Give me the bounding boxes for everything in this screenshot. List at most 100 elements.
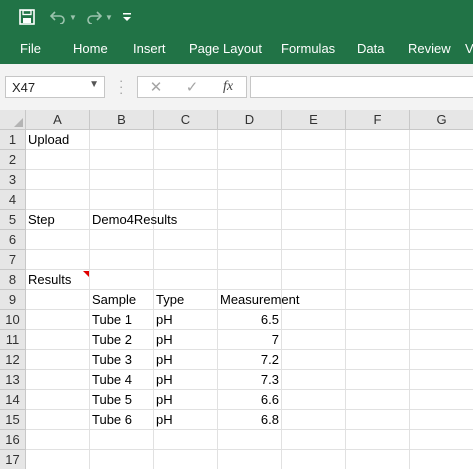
cell-a13[interactable] [26, 370, 90, 390]
cell-a3[interactable] [26, 170, 90, 190]
row-header-7[interactable]: 7 [0, 250, 26, 270]
cancel-icon[interactable]: ✕ [144, 77, 168, 97]
cell-g12[interactable] [410, 350, 473, 370]
column-header-g[interactable]: G [410, 110, 473, 130]
cell-g2[interactable] [410, 150, 473, 170]
column-header-b[interactable]: B [90, 110, 154, 130]
cell-c1[interactable] [154, 130, 218, 150]
name-box[interactable]: X47 ▼ [5, 76, 105, 98]
cell-c9[interactable]: Type [154, 290, 218, 310]
cell-b7[interactable] [90, 250, 154, 270]
row-header-13[interactable]: 13 [0, 370, 26, 390]
cell-d10[interactable]: 6.5 [218, 310, 282, 330]
cell-a12[interactable] [26, 350, 90, 370]
cell-d17[interactable] [218, 450, 282, 469]
chevron-down-icon[interactable]: ▼ [89, 79, 99, 90]
cell-g15[interactable] [410, 410, 473, 430]
cell-a2[interactable] [26, 150, 90, 170]
row-header-11[interactable]: 11 [0, 330, 26, 350]
cell-c3[interactable] [154, 170, 218, 190]
row-header-16[interactable]: 16 [0, 430, 26, 450]
cell-f4[interactable] [346, 190, 410, 210]
tab-view[interactable]: V [465, 41, 473, 56]
cell-b2[interactable] [90, 150, 154, 170]
cell-d2[interactable] [218, 150, 282, 170]
row-header-9[interactable]: 9 [0, 290, 26, 310]
cell-b6[interactable] [90, 230, 154, 250]
cell-e17[interactable] [282, 450, 346, 469]
cell-e16[interactable] [282, 430, 346, 450]
cell-c14[interactable]: pH [154, 390, 218, 410]
column-header-f[interactable]: F [346, 110, 410, 130]
cell-f15[interactable] [346, 410, 410, 430]
cell-g6[interactable] [410, 230, 473, 250]
customize-icon[interactable] [120, 6, 134, 28]
cell-d13[interactable]: 7.3 [218, 370, 282, 390]
column-header-c[interactable]: C [154, 110, 218, 130]
redo-dropdown-icon[interactable]: ▼ [104, 6, 114, 28]
cell-a6[interactable] [26, 230, 90, 250]
cell-c10[interactable]: pH [154, 310, 218, 330]
cell-e2[interactable] [282, 150, 346, 170]
formula-input[interactable] [250, 76, 473, 98]
cell-a5[interactable]: Step [26, 210, 90, 230]
cell-d15[interactable]: 6.8 [218, 410, 282, 430]
insert-function-icon[interactable]: fx [216, 77, 240, 97]
row-header-6[interactable]: 6 [0, 230, 26, 250]
cell-d3[interactable] [218, 170, 282, 190]
undo-icon[interactable] [48, 6, 68, 28]
tab-formulas[interactable]: Formulas [281, 41, 335, 56]
row-header-10[interactable]: 10 [0, 310, 26, 330]
cell-e10[interactable] [282, 310, 346, 330]
cell-e6[interactable] [282, 230, 346, 250]
cell-d1[interactable] [218, 130, 282, 150]
cell-g14[interactable] [410, 390, 473, 410]
cell-b17[interactable] [90, 450, 154, 469]
cell-f3[interactable] [346, 170, 410, 190]
cell-g13[interactable] [410, 370, 473, 390]
cell-f7[interactable] [346, 250, 410, 270]
cell-e11[interactable] [282, 330, 346, 350]
cell-a15[interactable] [26, 410, 90, 430]
cell-a16[interactable] [26, 430, 90, 450]
row-header-14[interactable]: 14 [0, 390, 26, 410]
cell-a4[interactable] [26, 190, 90, 210]
tab-home[interactable]: Home [73, 41, 108, 56]
cell-e1[interactable] [282, 130, 346, 150]
row-header-5[interactable]: 5 [0, 210, 26, 230]
cell-e5[interactable] [282, 210, 346, 230]
cell-f14[interactable] [346, 390, 410, 410]
cell-e3[interactable] [282, 170, 346, 190]
cell-e7[interactable] [282, 250, 346, 270]
cell-c2[interactable] [154, 150, 218, 170]
cell-d7[interactable] [218, 250, 282, 270]
cell-a7[interactable] [26, 250, 90, 270]
cell-d9[interactable]: Measurement [218, 290, 299, 310]
save-icon[interactable] [14, 6, 40, 28]
row-header-15[interactable]: 15 [0, 410, 26, 430]
cell-b8[interactable] [90, 270, 154, 290]
cell-d11[interactable]: 7 [218, 330, 282, 350]
cell-b15[interactable]: Tube 6 [90, 410, 154, 430]
cell-e14[interactable] [282, 390, 346, 410]
cell-f1[interactable] [346, 130, 410, 150]
row-header-17[interactable]: 17 [0, 450, 26, 469]
cell-c4[interactable] [154, 190, 218, 210]
cell-g4[interactable] [410, 190, 473, 210]
cell-d6[interactable] [218, 230, 282, 250]
redo-icon[interactable] [84, 6, 104, 28]
tab-file[interactable]: File [20, 41, 41, 56]
cell-d12[interactable]: 7.2 [218, 350, 282, 370]
cell-g16[interactable] [410, 430, 473, 450]
cell-c15[interactable]: pH [154, 410, 218, 430]
cell-b1[interactable] [90, 130, 154, 150]
row-header-8[interactable]: 8 [0, 270, 26, 290]
cell-e4[interactable] [282, 190, 346, 210]
undo-dropdown-icon[interactable]: ▼ [68, 6, 78, 28]
comment-indicator-icon[interactable] [83, 271, 89, 277]
cell-g9[interactable] [410, 290, 473, 310]
cell-e15[interactable] [282, 410, 346, 430]
cell-d5[interactable] [218, 210, 282, 230]
cell-g5[interactable] [410, 210, 473, 230]
cell-e8[interactable] [282, 270, 346, 290]
